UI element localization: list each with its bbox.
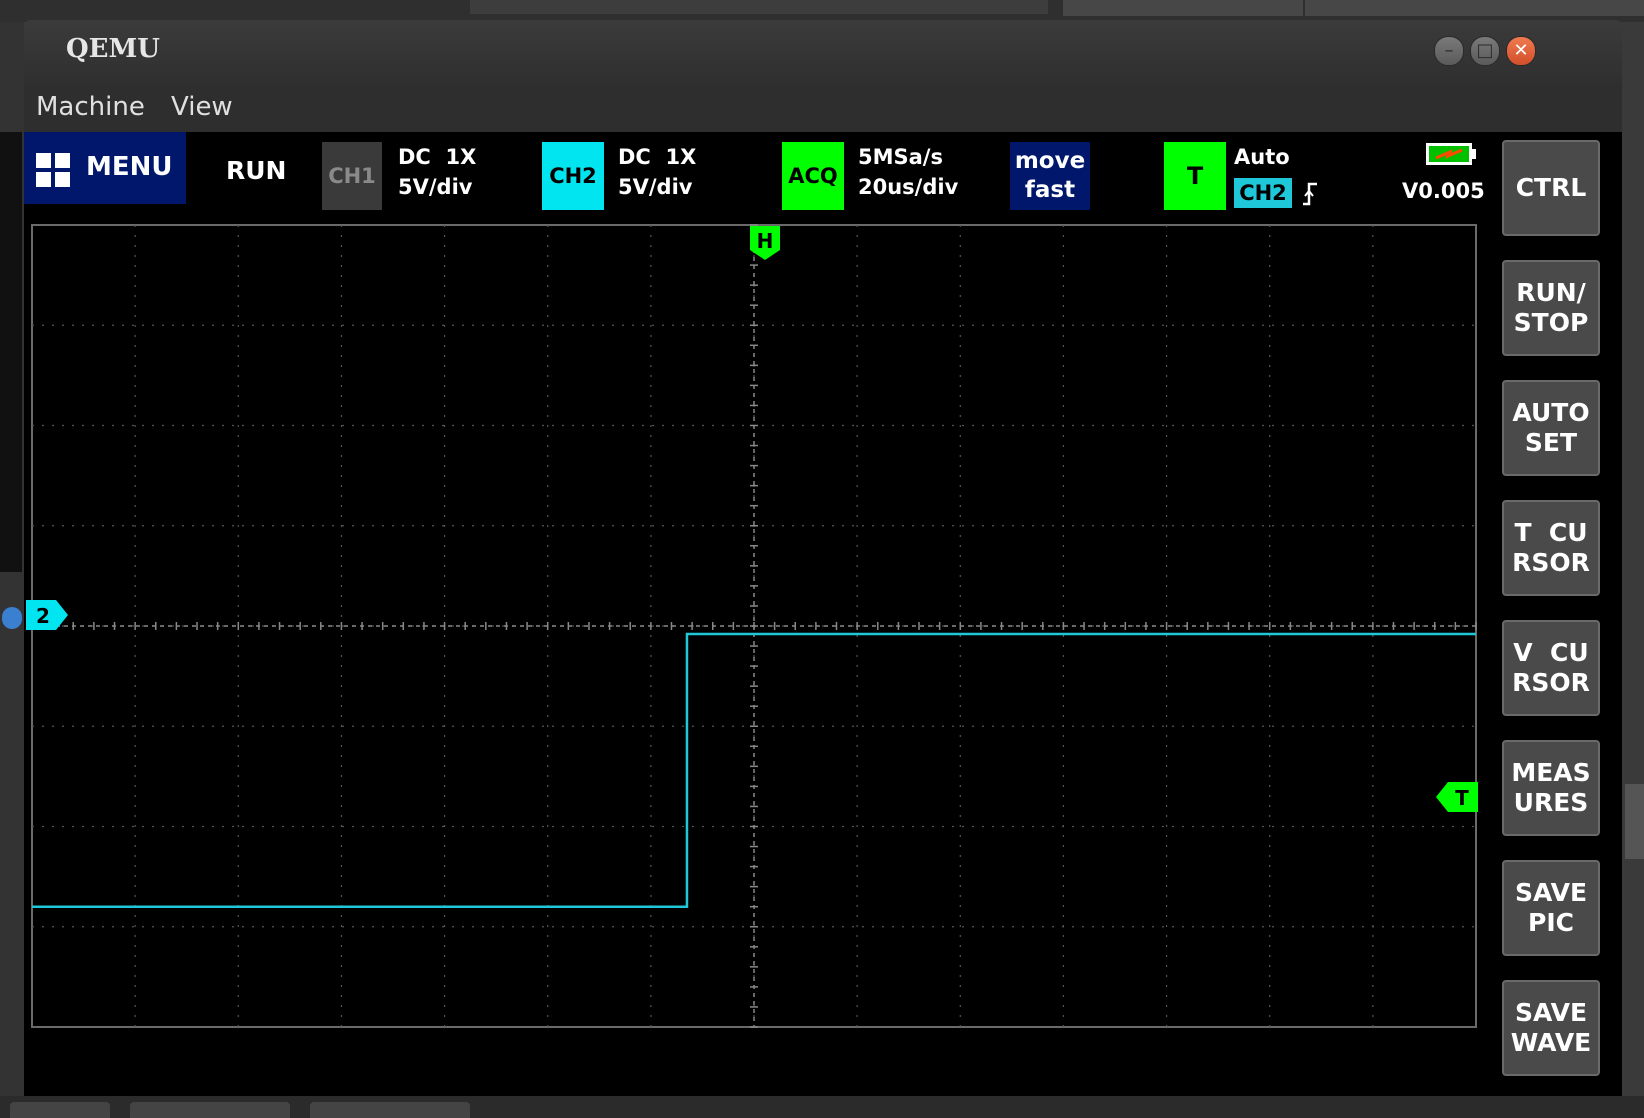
taskbar	[0, 1096, 1644, 1118]
menu-view[interactable]: View	[171, 92, 233, 122]
menu-machine[interactable]: Machine	[36, 92, 145, 122]
horizontal-position-marker[interactable]: H	[750, 226, 780, 260]
grid-icon	[36, 153, 70, 187]
desktop-tab	[470, 0, 1048, 14]
close-button[interactable]: ✕	[1506, 36, 1536, 66]
ch2-info: DC 1X 5V/div	[618, 145, 697, 199]
desktop-top-bar	[0, 0, 1644, 22]
maximize-button[interactable]: □	[1470, 36, 1500, 66]
desktop-left-fragment	[0, 22, 24, 1118]
trigger-marker-label: T	[1455, 786, 1469, 810]
move-line1: move	[1014, 148, 1086, 174]
measures-button[interactable]: MEAS URES	[1502, 740, 1600, 836]
move-line2: fast	[1024, 177, 1076, 203]
ch1-info: DC 1X 5V/div	[398, 145, 477, 199]
ch1-badge[interactable]: CH1	[322, 142, 382, 210]
ch2-level-marker[interactable]: 2	[26, 600, 68, 630]
ctrl-button[interactable]: CTRL	[1502, 140, 1600, 236]
title-bar[interactable]: QEMU – □ ✕	[24, 20, 1622, 84]
help-icon	[2, 607, 22, 629]
desktop-tab	[1305, 0, 1644, 16]
run-state: RUN	[226, 156, 287, 185]
window-title: QEMU	[66, 34, 160, 64]
desktop-tab	[1063, 0, 1303, 16]
ch2-badge[interactable]: CH2	[542, 142, 604, 210]
background-window-fragment	[1625, 784, 1644, 859]
taskbar-item[interactable]	[310, 1102, 470, 1118]
run-stop-button[interactable]: RUN/ STOP	[1502, 260, 1600, 356]
acq-badge[interactable]: ACQ	[782, 142, 844, 210]
background-window-fragment	[0, 132, 22, 572]
rising-edge-icon	[1303, 182, 1317, 206]
move-speed-indicator[interactable]: move fast	[1010, 142, 1090, 210]
horizontal-marker-label: H	[757, 229, 774, 253]
menu-label: MENU	[86, 152, 173, 182]
qemu-window: QEMU – □ ✕ Machine View MENU RUN CH1 DC …	[24, 20, 1622, 1096]
taskbar-item[interactable]	[130, 1102, 290, 1118]
acq-info: 5MSa/s 20us/div	[858, 145, 959, 199]
trigger-source: CH2	[1234, 178, 1292, 208]
oscilloscope-screen[interactable]: MENU RUN CH1 DC 1X 5V/div CH2 DC 1X 5V/d…	[24, 132, 1622, 1096]
desktop-right-fragment	[1622, 22, 1644, 1118]
save-pic-button[interactable]: SAVE PIC	[1502, 860, 1600, 956]
v-cursor-button[interactable]: V CU RSOR	[1502, 620, 1600, 716]
waveform-plot[interactable]	[29, 222, 1479, 1030]
battery-icon	[1426, 143, 1476, 165]
trigger-mode: Auto	[1234, 145, 1290, 169]
auto-set-button[interactable]: AUTO SET	[1502, 380, 1600, 476]
t-cursor-button[interactable]: T CU RSOR	[1502, 500, 1600, 596]
taskbar-item[interactable]	[10, 1102, 110, 1118]
save-wave-button[interactable]: SAVE WAVE	[1502, 980, 1600, 1076]
trigger-level-marker[interactable]: T	[1436, 782, 1478, 812]
ch2-marker-label: 2	[36, 604, 50, 628]
minimize-button[interactable]: –	[1434, 36, 1464, 66]
trigger-badge[interactable]: T	[1164, 142, 1226, 210]
menu-bar: Machine View	[24, 84, 1622, 132]
trigger-level: V0.005	[1402, 179, 1485, 203]
menu-button[interactable]: MENU	[24, 132, 186, 204]
